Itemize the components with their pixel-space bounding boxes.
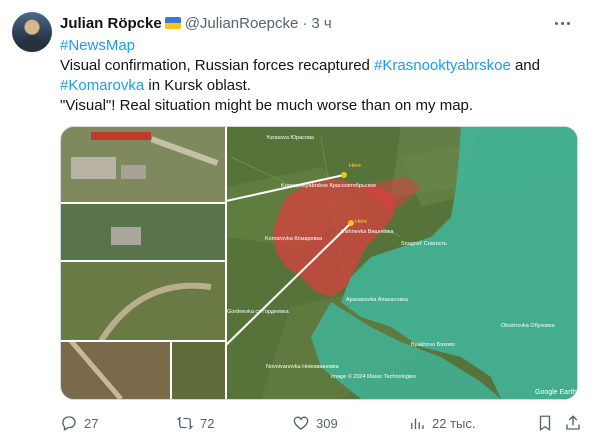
retweet-count: 72	[200, 415, 215, 431]
share-button[interactable]	[564, 413, 588, 433]
reply-count: 27	[84, 415, 99, 431]
views-count: 22 тыс.	[432, 415, 476, 431]
ukraine-flag-icon	[164, 17, 181, 29]
tweet-text: #NewsMap Visual confirmation, Russian fo…	[60, 36, 580, 116]
retweet-icon	[176, 416, 194, 430]
label-here-1: Here	[349, 163, 361, 169]
hashtag-komarovka[interactable]: #Komarovka	[60, 77, 144, 94]
action-bar: 27 72 309 22 тыс.	[60, 413, 580, 433]
author-handle[interactable]: @JulianRoepcke	[185, 15, 299, 32]
label-novoivanovka: Novoivanovka Новоивановка	[266, 364, 340, 370]
like-count: 309	[316, 415, 338, 431]
label-komarovka: Komarovka Комаровка	[265, 236, 323, 242]
views-icon	[411, 418, 424, 429]
label-here-2: Here	[355, 219, 367, 225]
tweet-line-2a: Visual confirmation, Russian forces reca…	[60, 57, 375, 74]
hashtag-krasnooktyabrskoe[interactable]: #Krasnooktyabrskoe	[374, 57, 511, 74]
label-yurasova: Yurasova Юрасова	[266, 135, 315, 141]
author-name[interactable]: Julian Röpcke	[60, 15, 162, 32]
like-button[interactable]: 309	[292, 413, 338, 433]
tweet-line-3: in Kursk oblast.	[144, 77, 251, 94]
hashtag-newsmap[interactable]: #NewsMap	[60, 37, 135, 54]
bookmark-button[interactable]	[536, 413, 560, 433]
bookmark-icon	[539, 415, 551, 432]
reply-button[interactable]: 27	[60, 413, 98, 433]
label-obukhovka: Obukhovka Обуховка	[501, 323, 556, 329]
tweet-line-4: "Visual"! Real situation might be much w…	[60, 97, 474, 114]
label-byakhovo: Byakhovo Бяхово	[411, 342, 455, 348]
separator-dot: ·	[302, 14, 308, 32]
label-snagost: Snagost' Снагость	[401, 241, 447, 247]
more-options-icon[interactable]	[552, 13, 572, 33]
label-apanasovka: Apanasovka Апанасовка	[346, 297, 409, 303]
map-image[interactable]: Yurasova Юрасова Here Krasnooktyabrskoe …	[60, 126, 578, 400]
marker-here-1	[341, 172, 347, 178]
post-time[interactable]: 3 ч	[311, 15, 331, 32]
heart-icon	[293, 416, 309, 430]
label-gordeevka: Gordeevka ст Гордеевка	[227, 309, 290, 315]
reply-icon	[62, 416, 76, 431]
label-vishnevka: Vishnevka Вишнёвка	[341, 229, 395, 235]
retweet-button[interactable]: 72	[176, 413, 214, 433]
views-button[interactable]: 22 тыс.	[408, 413, 475, 433]
share-icon	[566, 415, 580, 430]
label-krasnooktyabrskoe: Krasnooktyabrskoe Красноктябрьское	[281, 183, 376, 189]
tweet-header: Julian Röpcke @JulianRoepcke · 3 ч	[60, 13, 572, 33]
google-earth-label: Google Earth	[535, 389, 576, 396]
map-copyright: Image © 2024 Maxar Technologies	[331, 373, 416, 380]
tweet-line-2b: and	[510, 57, 540, 74]
author-avatar[interactable]	[12, 12, 52, 52]
marker-here-2	[348, 220, 354, 226]
